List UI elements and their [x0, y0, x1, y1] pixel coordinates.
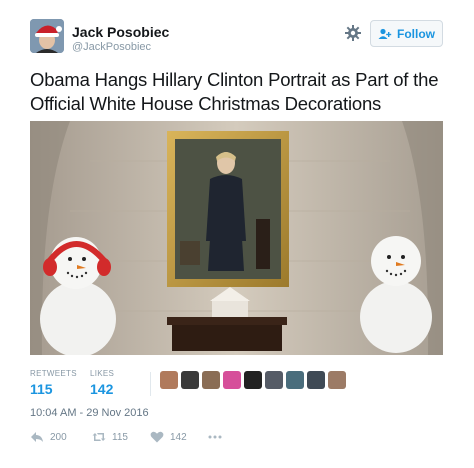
likes-label: LIKES [90, 369, 115, 378]
follow-button[interactable]: Follow [370, 20, 443, 47]
tweet-card: Jack Posobiec @JackPosobiec Follow Obama… [0, 0, 474, 468]
like-count: 142 [170, 431, 187, 443]
tweet-photo[interactable] [30, 121, 443, 355]
retweet-button[interactable]: 115 [92, 431, 128, 443]
liker-avatar[interactable] [181, 371, 199, 389]
retweets-label: RETWEETS [30, 369, 77, 378]
stats-divider [150, 372, 151, 396]
user-handle[interactable]: @JackPosobiec [72, 41, 151, 53]
liker-avatar[interactable] [160, 371, 178, 389]
display-name[interactable]: Jack Posobiec [72, 24, 169, 40]
add-user-icon [378, 28, 392, 39]
liker-avatar[interactable] [328, 371, 346, 389]
tweet-text: Obama Hangs Hillary Clinton Portrait as … [30, 69, 439, 114]
like-button[interactable]: 142 [150, 431, 187, 443]
reply-icon [31, 432, 43, 442]
likes-count: 142 [90, 381, 114, 397]
liker-avatar[interactable] [202, 371, 220, 389]
liker-avatar[interactable] [265, 371, 283, 389]
liker-avatars [160, 371, 346, 389]
retweets-stat[interactable]: RETWEETS 115 [30, 369, 77, 397]
more-icon [208, 435, 222, 439]
retweet-count: 115 [112, 431, 128, 443]
more-button[interactable] [208, 431, 222, 443]
avatar[interactable] [30, 19, 64, 53]
retweet-icon [92, 433, 106, 441]
likes-stat[interactable]: LIKES 142 [90, 369, 114, 397]
liker-avatar[interactable] [286, 371, 304, 389]
reply-count: 200 [50, 431, 67, 443]
liker-avatar[interactable] [244, 371, 262, 389]
gear-icon[interactable] [344, 24, 362, 42]
heart-icon [150, 431, 164, 443]
tweet-timestamp[interactable]: 10:04 AM - 29 Nov 2016 [30, 407, 149, 419]
liker-avatar[interactable] [307, 371, 325, 389]
follow-label: Follow [397, 26, 435, 41]
reply-button[interactable]: 200 [30, 431, 67, 443]
retweets-count: 115 [30, 381, 53, 397]
liker-avatar[interactable] [223, 371, 241, 389]
